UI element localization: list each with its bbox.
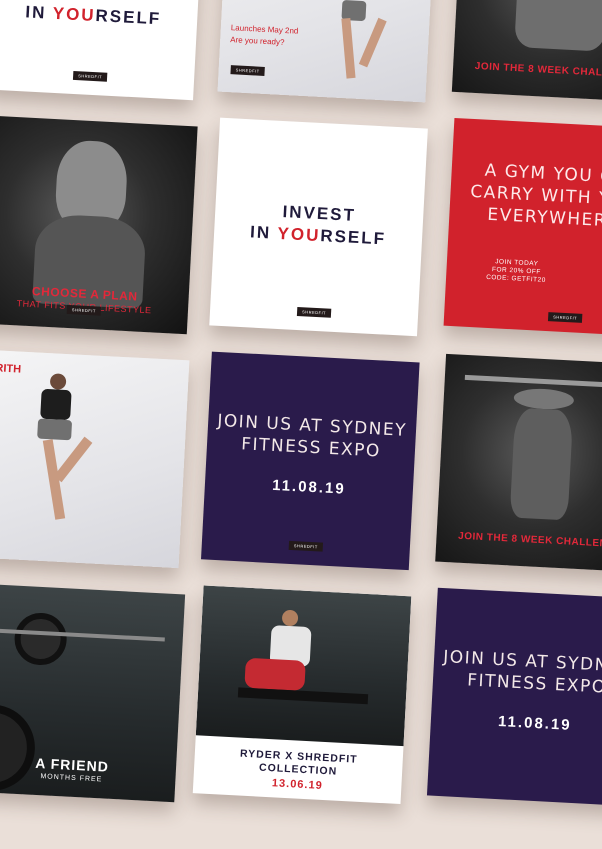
tile-invest-center: INVEST IN YOURSELF SHREDFIT: [209, 117, 428, 337]
bench: [237, 687, 369, 705]
tile-ryder: RYDER X SHREDFIT COLLECTION 13.06.19: [192, 585, 412, 805]
mockup-canvas: IN YOURSELF SHREDFIT CHOOSE A PLAN THAT …: [0, 0, 602, 849]
promo-line3: CODE: GETFIT20: [485, 273, 546, 284]
pullup-bar: [464, 374, 602, 389]
man-back-figure: [514, 0, 602, 52]
launch-text: Launches May 2nd Are you ready?: [230, 22, 299, 50]
brand-bar: SHREDFIT: [288, 540, 324, 552]
runner-leg-back: [358, 17, 387, 68]
brand-bar: SHREDFIT: [547, 312, 583, 323]
tile-expo-1: JOIN US AT SYDNEY FITNESS EXPO 11.08.19 …: [201, 351, 420, 571]
invest-center-heading: INVEST IN YOURSELF: [214, 198, 424, 253]
gym-carry-promo: JOIN TODAY FOR 20% OFF CODE: GETFIT20: [486, 258, 547, 285]
expo-1-date: 11.08.19: [271, 476, 347, 498]
invest-top-accent: YOU: [52, 3, 97, 26]
invest-top-prefix: IN: [24, 2, 54, 23]
frith-label: FRITH: [0, 361, 22, 376]
invest-top-heading: IN YOURSELF: [0, 0, 198, 32]
invest-line2-accent: YOU: [277, 223, 321, 246]
brand-bar: SHREDFIT: [230, 65, 265, 76]
tile-gym-carry: A GYM YOU CA CARRY WITH YOU EVERYWHERE J…: [443, 117, 602, 337]
challenge-mid-text: JOIN THE 8 WEEK CHALLENGE: [457, 530, 602, 551]
athlete-top: [40, 388, 72, 421]
brand-bar: SHREDFIT: [72, 70, 108, 82]
tile-launch: Launches May 2nd Are you ready? SHREDFIT: [217, 0, 437, 103]
athlete-shorts: [37, 418, 73, 441]
expo-2-heading: JOIN US AT SYDNEY FITNESS EXPO: [433, 646, 602, 701]
tile-invest-top: IN YOURSELF SHREDFIT: [0, 0, 204, 101]
man-back: [509, 407, 574, 521]
brand-bar: SHREDFIT: [296, 306, 332, 318]
challenge-top-text: JOIN THE 8 WEEK CHALLENGE: [474, 60, 602, 81]
athlete-head: [49, 373, 67, 390]
expo-2-date: 11.08.19: [497, 713, 573, 734]
tile-frith: FRITH: [0, 349, 190, 569]
runner-leg: [341, 18, 356, 79]
man-shoulders: [513, 387, 575, 411]
athlete-leg-raised: [53, 436, 93, 483]
tile-challenge-top: JOIN THE 8 WEEK CHALLENGE: [451, 0, 602, 103]
tile-choose-plan: CHOOSE A PLAN THAT FITS YOUR LIFESTYLE S…: [0, 115, 198, 335]
ryder-photo: [195, 585, 412, 747]
tile-expo-2: JOIN US AT SYDNEY FITNESS EXPO 11.08.19: [426, 587, 602, 807]
invest-line2-prefix: IN: [249, 222, 279, 243]
tile-friend: A FRIEND MONTHS FREE: [0, 583, 186, 803]
invest-top-suffix: RSELF: [95, 6, 162, 29]
tile-challenge-mid: JOIN THE 8 WEEK CHALLENGE: [435, 353, 602, 573]
model-head: [281, 609, 299, 627]
weight-plate: [13, 611, 68, 667]
expo-1-heading: JOIN US AT SYDNEY FITNESS EXPO: [207, 409, 417, 464]
gym-carry-heading: A GYM YOU CA CARRY WITH YOU EVERYWHERE: [449, 158, 602, 235]
brand-bar: SHREDFIT: [66, 304, 102, 316]
model-leggings: [244, 657, 306, 691]
invest-line2-suffix: RSELF: [319, 226, 387, 249]
